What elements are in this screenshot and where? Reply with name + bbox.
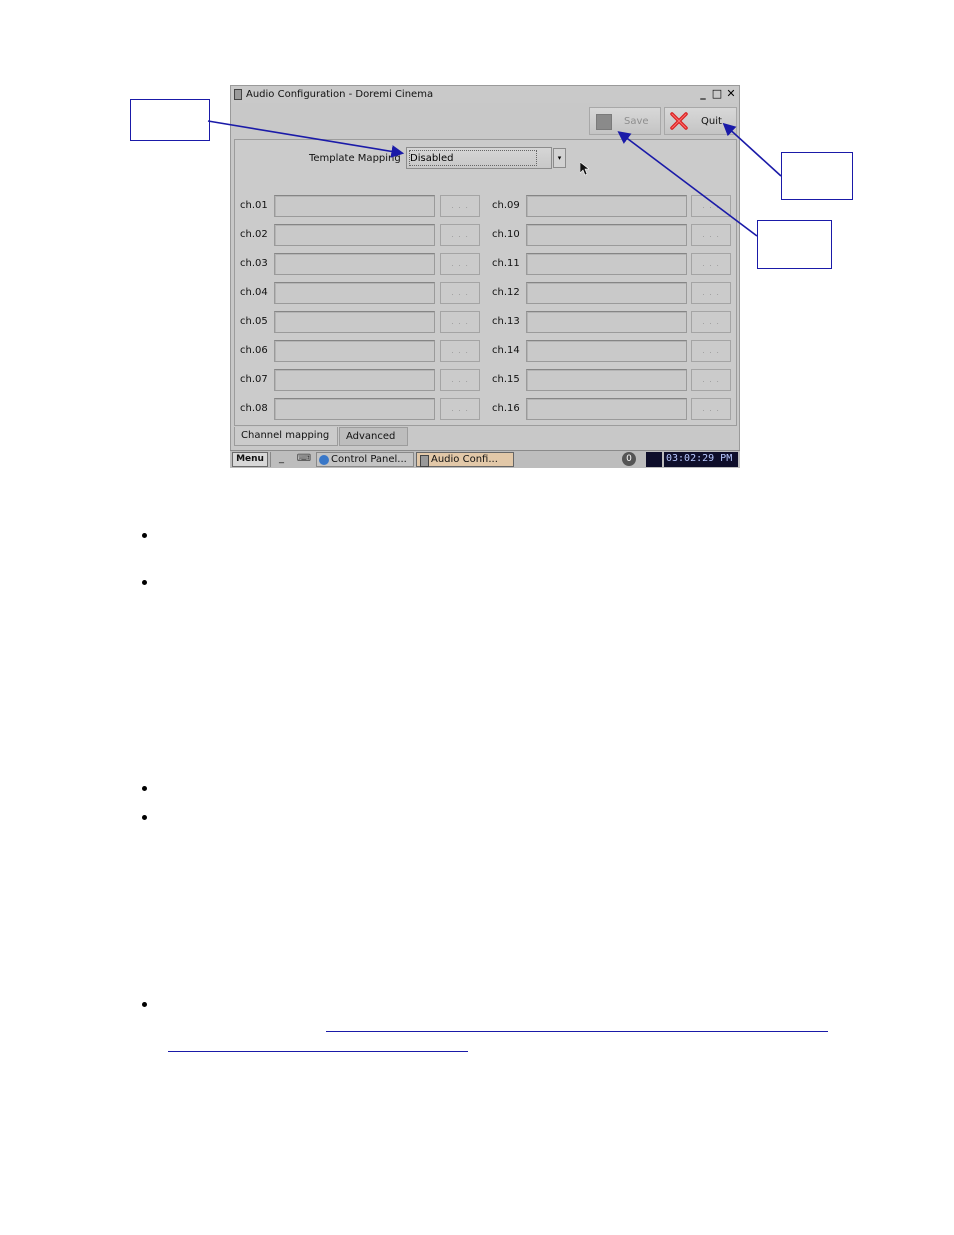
bullet-1 — [142, 533, 147, 538]
hyperlink-underline-2[interactable] — [168, 1051, 468, 1052]
arrow-to-save — [617, 131, 758, 237]
bullet-5 — [142, 1002, 147, 1007]
bullet-4 — [142, 815, 147, 820]
bullet-3 — [142, 786, 147, 791]
arrow-to-quit — [722, 122, 782, 177]
callout-arrows — [207, 120, 782, 237]
hyperlink-underline-1[interactable] — [326, 1031, 828, 1032]
bullet-2 — [142, 580, 147, 585]
arrow-to-template-mapping — [207, 120, 405, 158]
